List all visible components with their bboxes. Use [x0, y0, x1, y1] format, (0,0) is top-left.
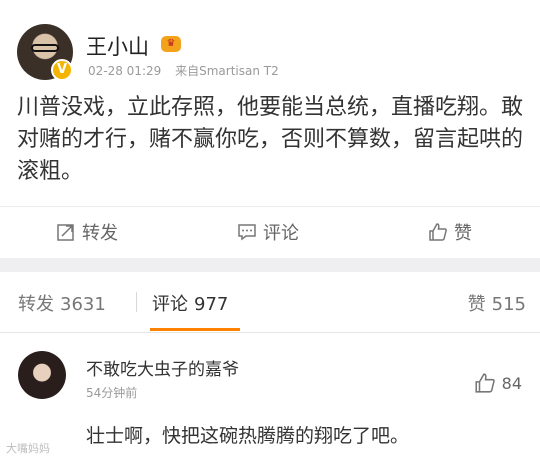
tab-likes-label: 赞: [467, 294, 486, 315]
post-source: 来自Smartisan T2: [175, 64, 279, 78]
interaction-tabs: 转发 3631 评论 977 赞 515: [0, 272, 540, 333]
comment-time: 54分钟前: [86, 386, 138, 400]
commenter-avatar[interactable]: [18, 351, 66, 399]
tab-forwards-label: 转发: [18, 294, 54, 315]
tab-likes[interactable]: 赞 515: [468, 290, 526, 316]
commenter-name[interactable]: 不敢吃大虫子的嘉爷: [86, 355, 239, 380]
like-button[interactable]: 赞: [428, 219, 472, 245]
post-meta: 02-28 01:29 来自Smartisan T2: [88, 62, 279, 79]
tab-likes-count: 515: [491, 294, 526, 315]
verified-badge-icon: V: [51, 59, 73, 81]
comment-like-button[interactable]: 84: [474, 372, 522, 394]
section-separator: [0, 258, 540, 272]
forward-button[interactable]: 转发: [56, 219, 118, 245]
comment-label: 评论: [263, 223, 299, 244]
comment-like-count: 84: [501, 373, 522, 393]
tab-divider: [136, 292, 137, 312]
like-label: 赞: [454, 223, 472, 244]
comment-button[interactable]: 评论: [237, 219, 299, 245]
tab-comments-count: 977: [194, 294, 229, 315]
active-tab-indicator: [150, 328, 240, 331]
thumbs-up-icon: [429, 223, 447, 241]
author-name[interactable]: 王小山: [86, 31, 149, 61]
weibo-post: V 王小山 ♛ 02-28 01:29 来自Smartisan T2 川普没戏，…: [0, 0, 540, 258]
thumbs-up-icon: [475, 373, 495, 393]
tab-forwards[interactable]: 转发 3631: [18, 290, 106, 316]
avatar-glasses: [31, 44, 59, 52]
forward-icon: [57, 224, 74, 241]
post-timestamp: 02-28 01:29: [88, 64, 162, 78]
tab-forwards-count: 3631: [60, 294, 106, 315]
tab-comments-label: 评论: [152, 294, 188, 315]
post-text: 川普没戏，立此存照，他要能当总统，直播吃翔。敢对赌的才行，赌不赢你吃，否则不算数…: [17, 95, 524, 184]
comment-text: 壮士啊，快把这碗热腾腾的翔吃了吧。: [86, 425, 410, 447]
comment-item: 不敢吃大虫子的嘉爷 54分钟前 84 壮士啊，快把这碗热腾腾的翔吃了吧。: [0, 333, 540, 460]
vip-crown-icon: ♛: [161, 36, 181, 52]
comment-icon: [238, 224, 256, 241]
watermark: 大嘴妈妈: [6, 442, 50, 455]
post-actions: 转发 评论 赞: [0, 206, 540, 257]
tab-comments[interactable]: 评论 977: [152, 290, 228, 316]
forward-label: 转发: [82, 223, 118, 244]
